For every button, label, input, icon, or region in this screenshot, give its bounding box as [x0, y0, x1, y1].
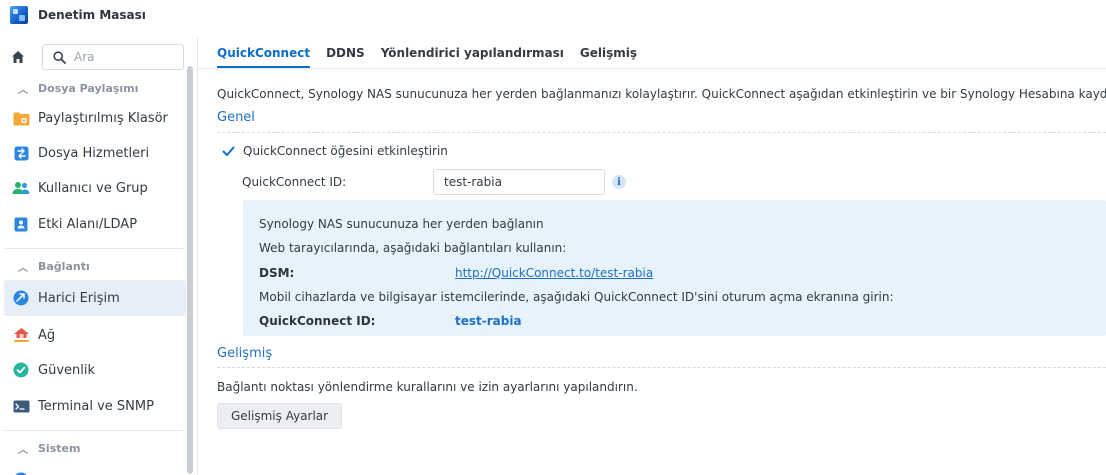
tab-ddns[interactable]: DDNS: [326, 38, 365, 68]
dsm-link[interactable]: http://QuickConnect.to/test-rabia: [455, 266, 653, 280]
home-icon: [12, 51, 24, 63]
shared-folder-icon: [12, 109, 30, 127]
enable-quickconnect-row[interactable]: QuickConnect öğesini etkinleştirin: [221, 144, 448, 158]
sidebar-item-terminal-snmp[interactable]: Terminal ve SNMP: [4, 388, 186, 424]
main-panel: QuickConnect DDNS Yönlendirici yapılandı…: [199, 38, 1106, 475]
enable-quickconnect-label: QuickConnect öğesini etkinleştirin: [243, 144, 448, 158]
sidebar-item-file-services[interactable]: Dosya Hizmetleri: [4, 135, 186, 171]
dsm-label: DSM:: [259, 266, 295, 280]
window-title: Denetim Masası: [38, 8, 146, 22]
sidebar: ︿ Dosya Paylaşımı Paylaştırılmış Klasör …: [0, 38, 198, 475]
user-group-icon: [12, 179, 30, 197]
info-box-id-label: QuickConnect ID:: [259, 314, 376, 328]
sidebar-item-shared-folder[interactable]: Paylaştırılmış Klasör: [4, 100, 186, 136]
section-file-sharing[interactable]: ︿ Dosya Paylaşımı: [0, 76, 186, 100]
network-icon: [12, 326, 30, 344]
section-label: Sistem: [38, 441, 81, 455]
tab-advanced[interactable]: Gelişmiş: [580, 38, 637, 68]
section-divider: [4, 430, 184, 431]
sidebar-scrollbar[interactable]: [187, 66, 193, 474]
connection-info-box: Synology NAS sunucunuza her yerden bağla…: [243, 200, 1106, 336]
sidebar-item-label: Etki Alanı/LDAP: [38, 216, 138, 232]
info-center-icon: [12, 471, 30, 475]
tab-quickconnect[interactable]: QuickConnect: [217, 38, 311, 68]
info-box-mobile-text: Mobil cihazlarda ve bilgisayar istemcile…: [259, 290, 894, 304]
sidebar-search-row: [0, 44, 197, 70]
advanced-section-title: Gelişmiş: [217, 346, 273, 361]
tab-divider: [199, 68, 1106, 69]
sidebar-item-label: Harici Erişim: [38, 290, 120, 306]
sidebar-item-external-access[interactable]: Harici Erişim: [4, 280, 186, 316]
tab-router-configuration[interactable]: Yönlendirici yapılandırması: [381, 38, 564, 68]
info-box-heading: Synology NAS sunucunuza her yerden bağla…: [259, 217, 544, 231]
sidebar-item-label: Terminal ve SNMP: [38, 398, 154, 414]
sidebar-item-label: Güvenlik: [38, 362, 95, 378]
info-box-web-text: Web tarayıcılarında, aşağıdaki bağlantıl…: [259, 241, 567, 255]
section-label: Bağlantı: [38, 259, 90, 273]
sidebar-item-label: Ağ: [38, 327, 56, 343]
search-box[interactable]: [42, 44, 184, 70]
chevron-up-icon: ︿: [18, 262, 28, 274]
file-services-icon: [12, 144, 30, 162]
info-box-id-value: test-rabia: [455, 314, 522, 328]
section-divider: [217, 367, 1106, 368]
info-icon[interactable]: i: [612, 175, 626, 189]
control-panel-logo-icon: [10, 6, 28, 24]
search-icon: [53, 50, 66, 64]
section-label: Dosya Paylaşımı: [38, 81, 139, 95]
sidebar-item-info-partial[interactable]: [4, 462, 186, 475]
title-bar: Denetim Masası: [0, 0, 1106, 30]
enable-quickconnect-checkbox[interactable]: [221, 144, 235, 158]
home-button[interactable]: [6, 45, 30, 69]
sidebar-item-domain-ldap[interactable]: Etki Alanı/LDAP: [4, 206, 186, 242]
section-divider: [4, 248, 184, 249]
sidebar-item-label: Dosya Hizmetleri: [38, 145, 150, 161]
tab-bar: QuickConnect DDNS Yönlendirici yapılandı…: [217, 38, 653, 68]
general-section-title: Genel: [217, 110, 255, 125]
quickconnect-description: QuickConnect, Synology NAS sunucunuza he…: [217, 87, 1106, 101]
quickconnect-id-label: QuickConnect ID:: [242, 175, 347, 189]
section-connectivity[interactable]: ︿ Bağlantı: [0, 254, 186, 278]
checkmark-icon: [222, 146, 234, 156]
sidebar-item-label: Kullanıcı ve Grup: [38, 180, 148, 196]
sidebar-item-network[interactable]: Ağ: [4, 317, 186, 353]
quickconnect-id-input[interactable]: [433, 169, 605, 195]
sidebar-item-label: Paylaştırılmış Klasör: [38, 110, 168, 126]
terminal-icon: [12, 397, 30, 415]
section-system[interactable]: ︿ Sistem: [0, 436, 186, 460]
search-input[interactable]: [74, 50, 174, 64]
external-access-icon: [12, 289, 30, 307]
advanced-settings-button[interactable]: Gelişmiş Ayarlar: [217, 403, 343, 429]
sidebar-item-user-group[interactable]: Kullanıcı ve Grup: [4, 170, 186, 206]
chevron-up-icon: ︿: [18, 84, 28, 96]
section-divider: [217, 132, 1106, 133]
security-shield-icon: [12, 361, 30, 379]
chevron-up-icon: ︿: [18, 444, 28, 456]
advanced-description: Bağlantı noktası yönlendirme kurallarını…: [217, 380, 638, 394]
domain-ldap-icon: [12, 215, 30, 233]
sidebar-item-security[interactable]: Güvenlik: [4, 352, 186, 388]
